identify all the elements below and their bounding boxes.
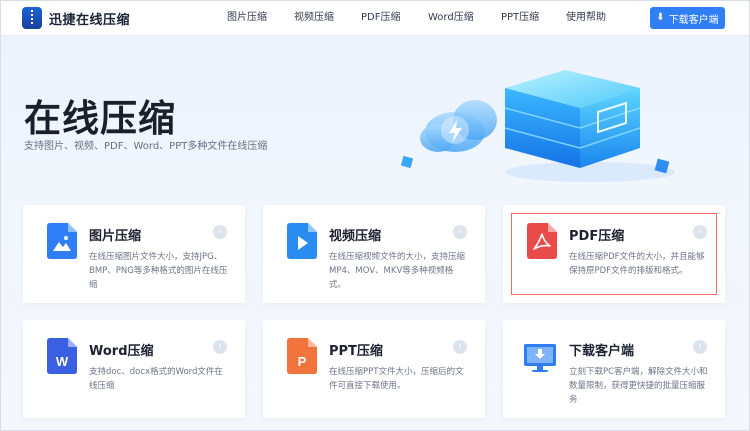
chevron-right-icon[interactable]: › [693, 225, 707, 239]
nav-word-compress[interactable]: Word压缩 [428, 0, 474, 36]
chevron-right-icon[interactable]: › [453, 340, 467, 354]
nav-ppt-compress[interactable]: PPT压缩 [501, 0, 539, 36]
download-icon: ⬇ [656, 12, 665, 23]
image-file-icon [47, 223, 77, 259]
nav-video-compress[interactable]: 视频压缩 [294, 0, 334, 36]
card-description: 在线压缩PPT文件大小，压缩后的文件可直接下载使用。 [329, 367, 464, 391]
pdf-file-icon [527, 223, 557, 259]
card-title: 图片压缩 [89, 229, 142, 244]
card-word-compress[interactable]: W Word压缩 支持doc、docx格式的Word文件在线压缩 › [23, 320, 245, 418]
hero-title: 在线压缩 [24, 97, 176, 140]
nav-help[interactable]: 使用帮助 [566, 0, 606, 36]
chevron-right-icon[interactable]: › [693, 340, 707, 354]
card-description: 在线压缩图片文件大小，支持JPG、BMP、PNG等多种格式的图片在线压缩 [89, 252, 228, 290]
card-download-client[interactable]: 下载客户端 立刻下载PC客户端，解除文件大小和数量限制，获得更快捷的批量压缩服务… [503, 320, 725, 418]
svg-text:P: P [298, 354, 307, 369]
card-video-compress[interactable]: 视频压缩 在线压缩视频文件的大小，支持压缩MP4、MOV、MKV等多种视频格式。… [263, 205, 485, 303]
card-title: 下载客户端 [569, 344, 635, 359]
card-ppt-compress[interactable]: P PPT压缩 在线压缩PPT文件大小，压缩后的文件可直接下载使用。 › [263, 320, 485, 418]
hero-subtitle: 支持图片、视频、PDF、Word、PPT多种文件在线压缩 [24, 141, 268, 152]
cloud-lightning-icon [420, 100, 497, 152]
card-description: 在线压缩PDF文件的大小，并且能够保持原PDF文件的排版和格式。 [569, 252, 705, 276]
card-pdf-compress[interactable]: PDF压缩 在线压缩PDF文件的大小，并且能够保持原PDF文件的排版和格式。 › [503, 205, 725, 303]
compress-box-icon [504, 70, 641, 168]
card-description: 在线压缩视频文件的大小，支持压缩MP4、MOV、MKV等多种视频格式。 [329, 252, 466, 290]
video-file-icon [287, 223, 317, 259]
card-description: 立刻下载PC客户端，解除文件大小和数量限制，获得更快捷的批量压缩服务 [569, 367, 708, 405]
monitor-download-icon [524, 344, 556, 372]
chevron-right-icon[interactable]: › [453, 225, 467, 239]
nav-image-compress[interactable]: 图片压缩 [227, 0, 267, 36]
svg-text:W: W [56, 354, 69, 369]
nav-pdf-compress[interactable]: PDF压缩 [361, 0, 400, 36]
ppt-file-icon: P [287, 338, 317, 374]
download-client-button[interactable]: ⬇ 下载客户端 [650, 7, 725, 29]
download-client-label: 下载客户端 [668, 14, 719, 26]
card-image-compress[interactable]: 图片压缩 在线压缩图片文件大小，支持JPG、BMP、PNG等多种格式的图片在线压… [23, 205, 245, 303]
chevron-right-icon[interactable]: › [213, 340, 227, 354]
card-title: PDF压缩 [569, 229, 625, 244]
chevron-right-icon[interactable]: › [213, 225, 227, 239]
logo[interactable]: 迅捷在线压缩 [22, 7, 130, 29]
logo-zip-icon [22, 7, 42, 29]
card-title: Word压缩 [89, 344, 154, 359]
hero-illustration [400, 70, 675, 182]
logo-text: 迅捷在线压缩 [49, 12, 131, 28]
word-file-icon: W [47, 338, 77, 374]
card-title: 视频压缩 [329, 229, 382, 244]
card-description: 支持doc、docx格式的Word文件在线压缩 [89, 367, 223, 391]
top-header: 迅捷在线压缩 图片压缩 视频压缩 PDF压缩 Word压缩 PPT压缩 使用帮助… [0, 0, 750, 36]
card-title: PPT压缩 [329, 344, 383, 359]
